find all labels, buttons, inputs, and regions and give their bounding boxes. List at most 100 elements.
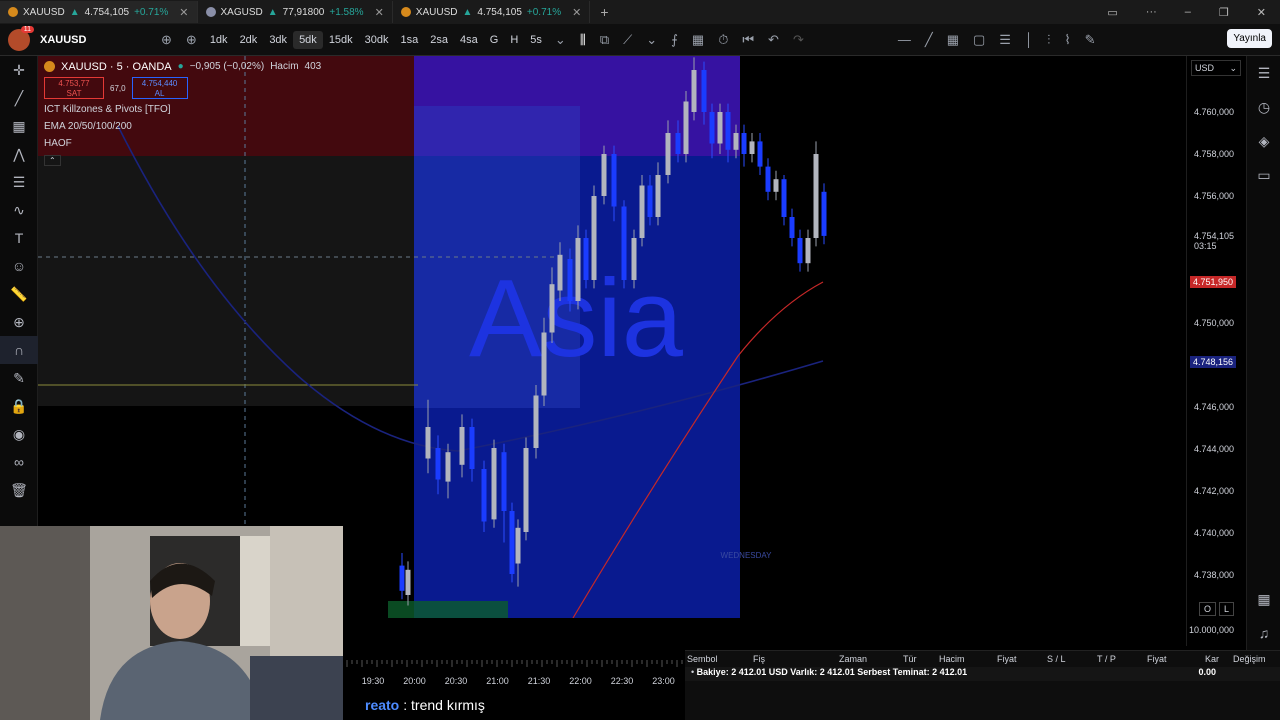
alert-icon[interactable]: ⏱ [711,32,735,48]
undo-icon[interactable]: ↶ [761,32,786,48]
browser-tab-3[interactable]: XAUUSD ▲ 4.754,105 +0.71% ✕ [393,1,591,23]
price-tick: 4.756,000 [1193,191,1234,201]
more-icon[interactable]: ··· [1132,6,1171,18]
symbol-search[interactable]: XAUUSD [34,29,154,51]
column-header[interactable]: Kar [1205,654,1219,664]
tf-H[interactable]: H [504,34,524,46]
time-axis-svg: 19:30 20:00 20:30 21:00 21:30 22:00 22:30 23:00 [346,660,683,686]
brush-tool-icon[interactable]: ∿ [0,196,38,224]
screen-icon[interactable]: ▭ [1093,6,1131,19]
lock-draw-icon[interactable]: ✎ [0,364,38,392]
indicators-icon[interactable]: ⨍ [664,32,685,48]
watchlist-icon[interactable]: ☰ [1247,56,1280,90]
trendline-icon[interactable]: ╱ [918,32,940,48]
tf-G[interactable]: G [484,34,505,46]
add-symbol-icon[interactable]: ⊕ [179,32,204,48]
close-icon[interactable]: ✕ [572,6,581,19]
candle-body [691,70,697,112]
grid-tool-icon[interactable]: ▦ [0,112,38,140]
spread-value: 67,0 [110,83,126,93]
column-header[interactable]: S / L [1047,654,1066,664]
channel-icon[interactable]: ⫶ [1040,32,1057,48]
vline-icon[interactable]: │ [1018,32,1040,47]
rectangle-icon[interactable]: ▢ [966,32,992,48]
auto-scale-button[interactable]: O [1199,602,1217,616]
tf-2dk[interactable]: 2dk [234,34,264,46]
chevron-down-icon[interactable]: ⌄ [639,32,664,48]
column-header[interactable]: Fiyat [1147,654,1167,664]
compare-icon[interactable]: ⊕ [154,32,179,48]
column-header[interactable]: Fiş [753,654,765,664]
line-style-icon[interactable]: ⟋ [616,32,639,48]
restore-icon[interactable]: ❐ [1205,6,1243,19]
magnet-icon[interactable]: ∩ [0,336,38,364]
layers-icon[interactable]: ◈ [1247,124,1280,158]
close-icon[interactable]: ✕ [375,6,384,19]
collapse-legend-button[interactable]: ⌃ [44,152,321,169]
layout-icon[interactable]: ▦ [685,32,711,48]
new-tab-icon[interactable]: + [590,4,618,20]
tf-5s[interactable]: 5s [524,34,548,46]
browser-tab-1[interactable]: XAUUSD ▲ 4.754,105 +0.71% ✕ [0,1,198,23]
zigzag-icon[interactable]: ⌇ [1057,32,1077,48]
redo-icon[interactable]: ↷ [786,32,811,48]
tf-15dk[interactable]: 15dk [323,34,359,46]
price-tick: 4.746,000 [1193,402,1234,412]
time-axis[interactable]: 19:30 20:00 20:30 21:00 21:30 22:00 22:30 23:00 [343,658,685,690]
tf-4sa[interactable]: 4sa [454,34,484,46]
crosshair-icon[interactable]: ✛ [0,56,38,84]
hline-icon[interactable]: — [891,32,918,47]
log-scale-button[interactable]: L [1219,602,1235,616]
column-header[interactable]: Fiyat [997,654,1017,664]
column-header[interactable]: Zaman [839,654,867,664]
column-header[interactable]: Değişim [1233,654,1266,664]
up-triangle-icon: ▲ [267,6,278,18]
ruler-tool-icon[interactable]: 📏 [0,280,38,308]
tf-30dk[interactable]: 30dk [359,34,395,46]
column-header[interactable]: Hacim [939,654,965,664]
trendline-tool-icon[interactable]: ╱ [0,84,38,112]
candles-icon[interactable]: ⫼ [573,32,593,48]
chat-icon[interactable]: ▭ [1247,158,1280,192]
close-icon[interactable]: ✕ [179,6,188,19]
buy-button[interactable]: 4.754,440 AL [131,77,188,99]
eye-icon[interactable]: ◉ [0,420,38,448]
avatar[interactable]: 11 [8,25,34,51]
text-tool-icon[interactable]: T [0,224,38,252]
minimize-icon[interactable]: – [1171,6,1205,18]
pencil-icon[interactable]: ✎ [1078,32,1103,48]
browser-tab-2[interactable]: XAGUSD ▲ 77,91800 +1.58% ✕ [198,1,393,23]
tf-3dk[interactable]: 3dk [263,34,293,46]
bar-style-icon[interactable]: ⧉ [593,32,616,48]
zoom-tool-icon[interactable]: ⊕ [0,308,38,336]
publish-button[interactable]: Yayınla [1227,29,1272,48]
bell-icon[interactable]: ♫ [1247,616,1280,650]
column-header[interactable]: Tür [903,654,917,664]
tf-5dk[interactable]: 5dk [293,30,323,49]
chevron-down-icon[interactable]: ⌄ [548,32,573,48]
tf-2sa[interactable]: 2sa [424,34,454,46]
tf-1sa[interactable]: 1sa [395,34,425,46]
price-axis[interactable]: USD ⌄ 4.760,000 4.758,000 4.756,000 4.75… [1186,56,1246,646]
currency-select[interactable]: USD ⌄ [1191,60,1241,76]
trash-icon[interactable]: 🗑 [0,476,38,504]
emoji-tool-icon[interactable]: ☺ [0,252,38,280]
sell-button[interactable]: 4.753,77 SAT [44,77,104,99]
link-icon[interactable]: ∞ [0,448,38,476]
clock-icon[interactable]: ◷ [1247,90,1280,124]
column-header[interactable]: T / P [1097,654,1116,664]
column-header[interactable]: Sembol [687,654,718,664]
replay-icon[interactable]: ⏮ [735,32,761,48]
pattern-tool-icon[interactable]: ⋀ [0,140,38,168]
fib-icon[interactable]: ☰ [992,32,1018,48]
lock-icon[interactable]: 🔒 [0,392,38,420]
calendar-icon[interactable]: ▦ [1247,582,1280,616]
grid-icon[interactable]: ▦ [940,32,966,48]
fib-tool-icon[interactable]: ☰ [0,168,38,196]
tf-1dk[interactable]: 1dk [204,34,234,46]
indicator-row-1[interactable]: ICT Killzones & Pivots [TFO] [44,101,321,118]
candle-body [541,332,547,396]
indicator-row-3[interactable]: HAOF [44,135,321,152]
window-close-icon[interactable]: ✕ [1243,6,1280,19]
indicator-row-2[interactable]: EMA 20/50/100/200 [44,118,321,135]
